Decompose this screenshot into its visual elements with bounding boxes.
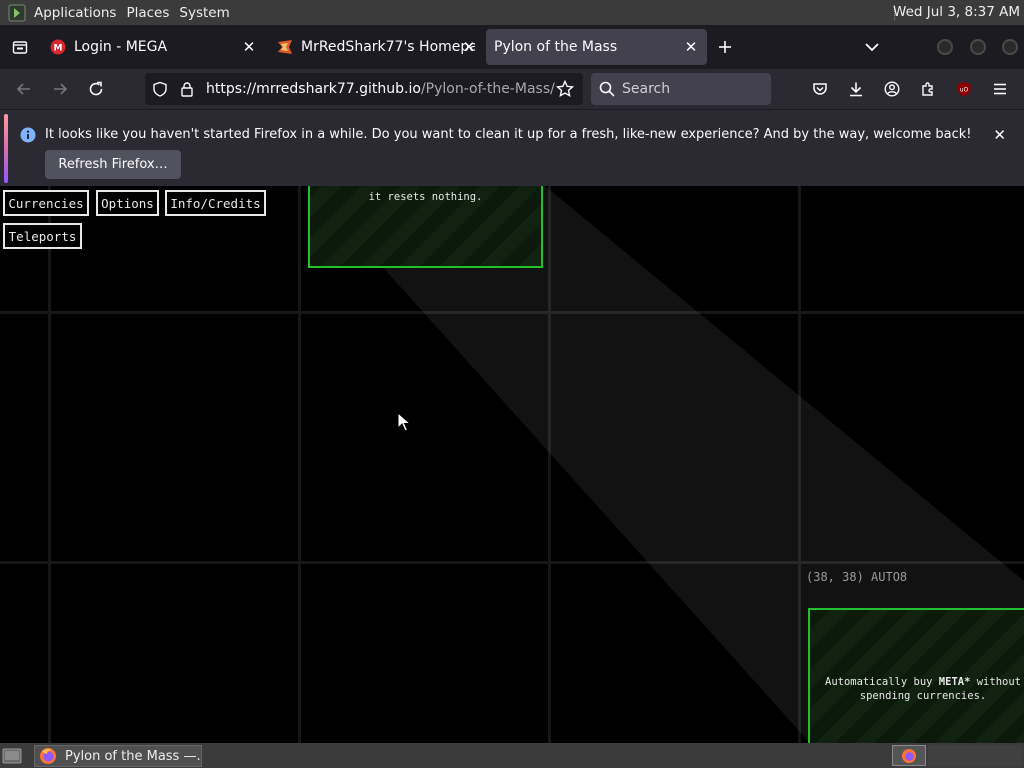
firefox-icon xyxy=(40,748,56,764)
workspace-1[interactable] xyxy=(892,745,926,766)
taskbar-window-title: Pylon of the Mass —... xyxy=(65,748,202,764)
plus-icon xyxy=(719,41,731,53)
maximize-window-button[interactable] xyxy=(970,39,986,55)
url-path: /Pylon-of-the-Mass/ xyxy=(420,81,555,97)
url-bar[interactable]: https://mrredshark77.github.io/Pylon-of-… xyxy=(145,73,583,105)
pocket-icon xyxy=(813,83,827,95)
lock-icon[interactable] xyxy=(180,81,194,97)
account-button[interactable] xyxy=(880,77,904,101)
mouse-cursor-icon xyxy=(397,412,411,432)
search-icon xyxy=(599,81,615,97)
new-tab-button[interactable] xyxy=(707,29,743,65)
search-placeholder: Search xyxy=(622,81,671,97)
applications-menu[interactable]: Applications xyxy=(32,5,124,21)
pylon-coordinate-label: (38, 38) AUTO8 xyxy=(806,570,908,584)
taskbar-firefox-window[interactable]: Pylon of the Mass —... xyxy=(34,745,202,767)
upgrade-card-auto8[interactable]: Automatically buy META* without spending… xyxy=(808,608,1024,743)
reload-icon xyxy=(89,81,103,96)
tab-title: Login - MEGA xyxy=(74,39,168,55)
reload-button[interactable] xyxy=(84,77,108,101)
refresh-firefox-button[interactable]: Refresh Firefox… xyxy=(45,150,181,179)
system-menu[interactable]: System xyxy=(177,5,237,21)
svg-text:M: M xyxy=(54,44,63,54)
top-panel: Applications Places System Wed Jul 3, 8:… xyxy=(0,0,1024,25)
currencies-button[interactable]: Currencies xyxy=(3,190,89,216)
close-notification-icon[interactable]: ✕ xyxy=(993,126,1006,144)
extensions-button[interactable] xyxy=(916,77,940,101)
firefox-view-button[interactable] xyxy=(0,25,40,69)
info-credits-button[interactable]: Info/Credits xyxy=(165,190,266,216)
back-button[interactable] xyxy=(12,77,36,101)
puzzle-icon xyxy=(922,82,933,96)
notification-message: It looks like you haven't started Firefo… xyxy=(45,127,972,142)
show-desktop-icon[interactable] xyxy=(2,746,22,765)
tab-title: MrRedShark77's Homepage xyxy=(301,39,475,55)
description-highlight: META* xyxy=(938,676,971,688)
svg-text:uO: uO xyxy=(960,87,969,94)
close-tab-icon[interactable]: ✕ xyxy=(683,38,699,56)
arrow-right-icon xyxy=(54,83,68,95)
tab-strip: M Login - MEGA ✕ MrRedShark77's Homepage… xyxy=(0,25,1024,69)
downloads-button[interactable] xyxy=(844,77,868,101)
description-suffix: without xyxy=(970,676,1021,688)
download-icon xyxy=(850,82,862,97)
url-text: https://mrredshark77.github.io/Pylon-of-… xyxy=(206,81,555,97)
tab-pylon-of-the-mass[interactable]: Pylon of the Mass ✕ xyxy=(486,29,707,65)
navigation-bar: https://mrredshark77.github.io/Pylon-of-… xyxy=(0,69,1024,109)
pocket-button[interactable] xyxy=(808,77,832,101)
minimize-window-button[interactable] xyxy=(937,39,953,55)
places-menu[interactable]: Places xyxy=(124,5,177,21)
close-window-button[interactable] xyxy=(1002,39,1018,55)
clock[interactable]: Wed Jul 3, 8:37 AM xyxy=(893,4,1020,20)
workspace-2[interactable] xyxy=(928,745,1022,766)
url-host: https://mrredshark77.github.io xyxy=(206,81,421,97)
description-prefix: Automatically buy xyxy=(825,676,939,688)
bottom-panel: Pylon of the Mass —... xyxy=(0,743,1024,768)
description-line2: spending currencies. xyxy=(859,690,987,702)
teleports-button[interactable]: Teleports xyxy=(3,223,82,249)
notification-accent xyxy=(4,114,8,183)
tab-title: Pylon of the Mass xyxy=(494,39,618,55)
upgrade-card-description: Automatically buy META* without spending… xyxy=(824,675,1022,703)
account-icon xyxy=(884,81,900,97)
ublock-origin-icon: uO xyxy=(957,82,971,97)
info-icon xyxy=(20,127,36,143)
mega-icon: M xyxy=(50,39,66,55)
close-tab-icon[interactable]: ✕ xyxy=(241,38,257,56)
upgrade-card-text: it resets nothing. xyxy=(368,191,483,203)
ublock-origin-button[interactable]: uO xyxy=(952,77,976,101)
hamburger-menu-icon xyxy=(994,83,1006,95)
refresh-firefox-notification: It looks like you haven't started Firefo… xyxy=(0,109,1024,186)
firefox-icon xyxy=(902,748,916,763)
forward-button[interactable] xyxy=(48,77,72,101)
shield-icon[interactable] xyxy=(152,81,168,97)
close-tab-icon[interactable]: ✕ xyxy=(461,38,477,56)
game-viewport[interactable]: it resets nothing. Currencies Options In… xyxy=(0,186,1024,743)
search-bar[interactable]: Search xyxy=(591,73,771,105)
list-all-tabs-icon[interactable] xyxy=(860,37,884,57)
options-button[interactable]: Options xyxy=(96,190,159,216)
bookmark-star-icon[interactable] xyxy=(556,80,574,98)
tab-homepage[interactable]: MrRedShark77's Homepage ✕ xyxy=(267,29,485,65)
app-menu-button[interactable] xyxy=(988,77,1012,101)
shark-icon xyxy=(278,40,292,54)
arrow-left-icon xyxy=(16,83,30,95)
tab-login-mega[interactable]: M Login - MEGA ✕ xyxy=(40,29,265,65)
firefox-view-icon xyxy=(12,41,28,54)
applications-menu-icon[interactable] xyxy=(8,4,26,22)
upgrade-card-top[interactable]: it resets nothing. xyxy=(308,186,543,268)
